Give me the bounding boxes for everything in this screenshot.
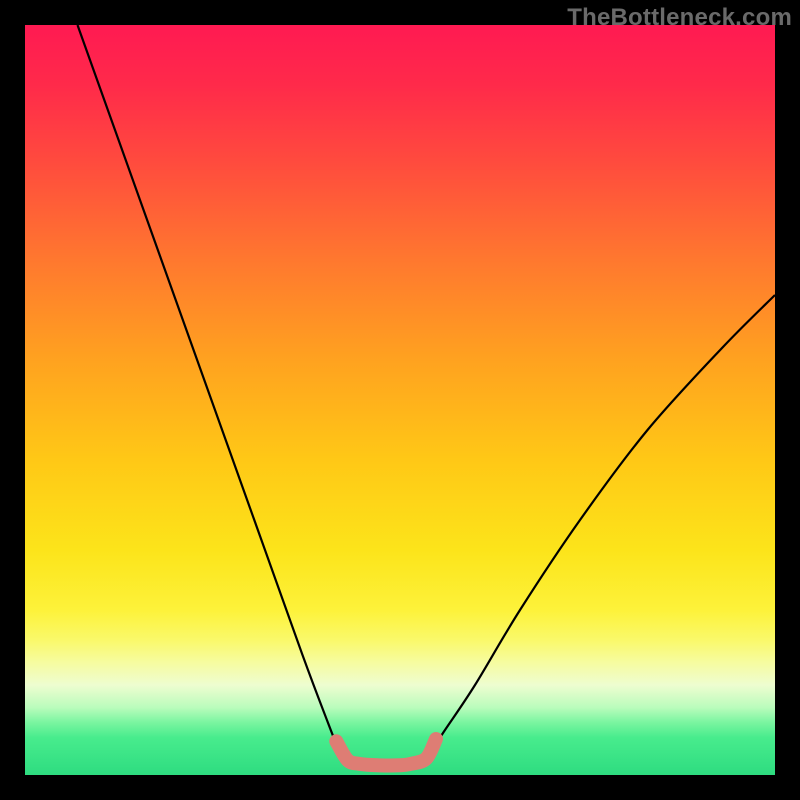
left-curve: [78, 25, 348, 760]
flat-marker: [336, 739, 436, 765]
watermark: TheBottleneck.com: [567, 4, 792, 32]
right-curve: [423, 295, 776, 760]
chart-plot-area: [25, 25, 775, 775]
chart-svg: [25, 25, 775, 775]
